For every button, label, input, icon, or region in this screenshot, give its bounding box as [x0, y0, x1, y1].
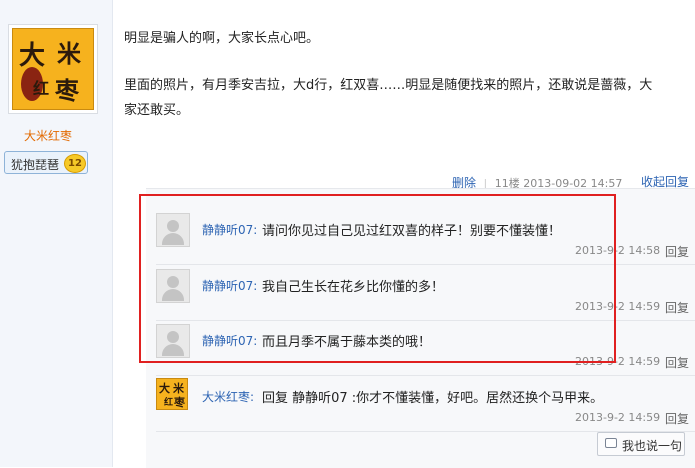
logo-char-4: 枣 [55, 76, 79, 105]
author-avatar[interactable]: 大 米 红 枣 [8, 24, 98, 114]
reply-button[interactable]: 回复 [665, 354, 689, 371]
say-button-label: 我也说一句 [622, 439, 683, 453]
author-sidebar: 大 米 红 枣 大米红枣 犹抱琵琶 12 [0, 0, 113, 467]
reply-button[interactable]: 回复 [665, 243, 689, 260]
reply-button[interactable]: 回复 [665, 299, 689, 316]
reply-text: 回复 静静听07 :你才不懂装懂，好吧。居然还换个马甲来。 [262, 391, 604, 406]
reply-user[interactable]: 大米红枣: [202, 388, 254, 405]
speech-bubble-icon [605, 438, 617, 448]
author-mini-avatar[interactable]: 大 米 红 枣 [156, 378, 188, 410]
author-logo: 大 米 红 枣 [12, 28, 94, 110]
badge-level-icon: 12 [64, 154, 86, 173]
author-name[interactable]: 大米红枣 [0, 127, 96, 144]
badge-title: 犹抱琵琶 [11, 158, 60, 172]
say-something-button[interactable]: 我也说一句 [597, 432, 685, 456]
post-line-3: 家还敢买。 [124, 103, 190, 118]
mini-logo-char: 大 [159, 382, 170, 395]
logo-char-2: 米 [57, 39, 81, 68]
mini-logo-char: 枣 [174, 396, 185, 409]
reply-time: 2013-9-2 14:59 [575, 411, 661, 424]
reply-item: 大 米 红 枣 大米红枣: 回复 静静听07 :你才不懂装懂，好吧。居然还换个马… [156, 376, 695, 432]
post-line-1: 明显是骗人的啊，大家长点心吧。 [124, 31, 320, 46]
author-badge[interactable]: 犹抱琵琶 12 [4, 151, 88, 174]
mini-logo-char: 红 [164, 398, 174, 408]
post-line-2: 里面的照片，有月季安吉拉，大d行，红双喜……明显是随便找来的照片，还敢说是蔷薇，… [124, 78, 653, 93]
reply-button[interactable]: 回复 [665, 410, 689, 427]
highlight-frame [139, 194, 616, 363]
logo-char-3: 红 [33, 79, 50, 98]
